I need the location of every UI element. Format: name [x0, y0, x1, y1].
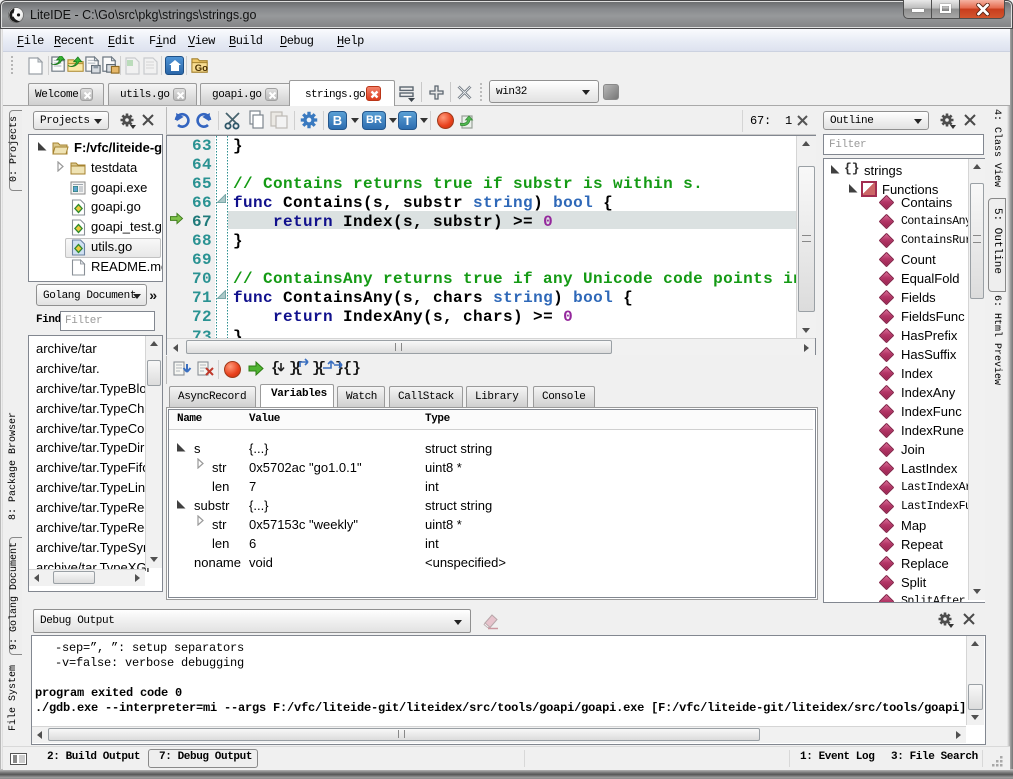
svg-text:Go: Go [195, 63, 208, 74]
